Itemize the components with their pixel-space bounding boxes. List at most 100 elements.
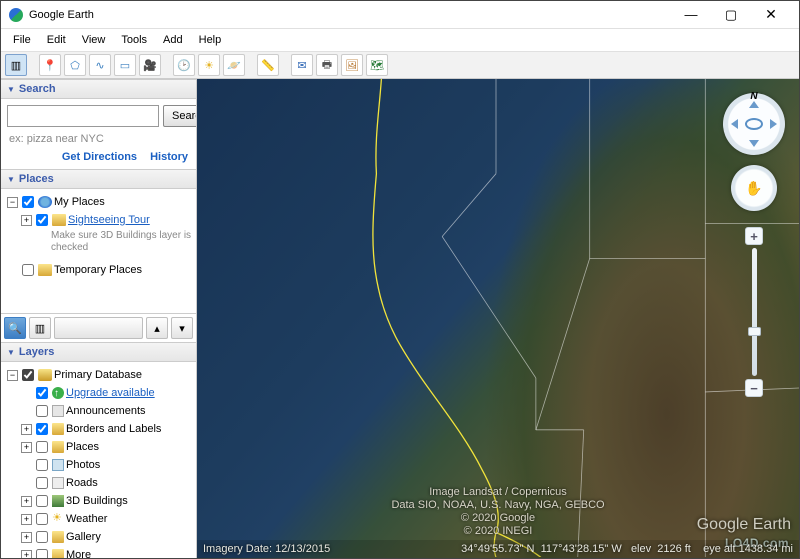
buildings-icon xyxy=(52,495,64,507)
email-button[interactable]: ✉ xyxy=(291,54,313,76)
roads-checkbox[interactable] xyxy=(36,477,48,489)
menu-add[interactable]: Add xyxy=(155,31,191,49)
record-tour-button[interactable]: 🎥 xyxy=(139,54,161,76)
primary-db-checkbox[interactable] xyxy=(22,369,34,381)
add-image-overlay-button[interactable]: ▭ xyxy=(114,54,136,76)
latitude: 34°49'55.73" N xyxy=(461,543,534,555)
look-right-icon[interactable] xyxy=(770,119,777,129)
menu-file[interactable]: File xyxy=(5,31,39,49)
add-placemark-button[interactable]: 📍 xyxy=(39,54,61,76)
zoom-track[interactable] xyxy=(752,248,757,376)
move-up-button[interactable]: ▴ xyxy=(146,317,168,339)
print-button[interactable]: 🖶 xyxy=(316,54,338,76)
tree-row-borders[interactable]: + Borders and Labels xyxy=(21,420,192,438)
tree-row-roads[interactable]: Roads xyxy=(21,474,192,492)
tree-row-weather[interactable]: + ☀ Weather xyxy=(21,510,192,528)
gallery-checkbox[interactable] xyxy=(36,531,48,543)
tree-row-primary-db[interactable]: − Primary Database xyxy=(7,366,192,384)
zoom-out-button[interactable]: − xyxy=(745,379,763,397)
weather-label: Weather xyxy=(66,511,107,527)
search-button[interactable]: Search xyxy=(163,105,197,127)
sun-icon: ☀ xyxy=(204,59,214,72)
look-compass[interactable]: N xyxy=(723,93,785,155)
get-directions-link[interactable]: Get Directions xyxy=(62,151,137,163)
places-panel-toggle-button[interactable]: ▥ xyxy=(29,317,51,339)
toggle-sidebar-button[interactable]: ▥ xyxy=(5,54,27,76)
photos-checkbox[interactable] xyxy=(36,459,48,471)
zoom-thumb[interactable] xyxy=(748,327,761,336)
search-input[interactable] xyxy=(7,105,159,127)
expand-icon[interactable]: + xyxy=(21,514,32,525)
menu-edit[interactable]: Edit xyxy=(39,31,74,49)
my-places-checkbox[interactable] xyxy=(22,196,34,208)
expand-icon[interactable]: + xyxy=(21,215,32,226)
magnifier-icon: 🔍 xyxy=(8,322,22,335)
expand-icon[interactable]: + xyxy=(21,496,32,507)
my-places-label: My Places xyxy=(54,194,105,210)
move-down-button[interactable]: ▾ xyxy=(171,317,193,339)
look-down-icon[interactable] xyxy=(749,140,759,147)
tree-row-announcements[interactable]: Announcements xyxy=(21,402,192,420)
more-checkbox[interactable] xyxy=(36,549,48,558)
folder-icon xyxy=(52,441,64,453)
tree-row-gallery[interactable]: + Gallery xyxy=(21,528,192,546)
save-image-button[interactable]: 🖼 xyxy=(341,54,363,76)
planets-button[interactable]: 🪐 xyxy=(223,54,245,76)
collapse-icon[interactable]: − xyxy=(7,197,18,208)
tree-row-places-layer[interactable]: + Places xyxy=(21,438,192,456)
ruler-button[interactable]: 📏 xyxy=(257,54,279,76)
overlay-icon: ▭ xyxy=(120,59,130,72)
close-button[interactable]: ✕ xyxy=(751,3,791,27)
zoom-slider[interactable]: + − xyxy=(748,227,760,397)
menu-view[interactable]: View xyxy=(74,31,114,49)
announcements-checkbox[interactable] xyxy=(36,405,48,417)
menu-tools[interactable]: Tools xyxy=(113,31,155,49)
places-panel-header[interactable]: Places xyxy=(1,169,196,189)
minimize-button[interactable]: — xyxy=(671,3,711,27)
places-layer-checkbox[interactable] xyxy=(36,441,48,453)
tree-row-more[interactable]: + More xyxy=(21,546,192,558)
look-left-icon[interactable] xyxy=(731,119,738,129)
buildings-label: 3D Buildings xyxy=(66,493,128,509)
expand-icon[interactable]: + xyxy=(21,424,32,435)
collapse-icon[interactable]: − xyxy=(7,370,18,381)
historical-imagery-button[interactable]: 🕑 xyxy=(173,54,195,76)
search-hint: ex: pizza near NYC xyxy=(1,133,196,149)
tree-row-temporary[interactable]: Temporary Places xyxy=(7,261,192,279)
pan-control[interactable]: ✋ xyxy=(731,165,777,211)
add-polygon-button[interactable]: ⬠ xyxy=(64,54,86,76)
add-path-button[interactable]: ∿ xyxy=(89,54,111,76)
sunlight-button[interactable]: ☀ xyxy=(198,54,220,76)
temporary-checkbox[interactable] xyxy=(22,264,34,276)
upgrade-checkbox[interactable] xyxy=(36,387,48,399)
expand-icon[interactable]: + xyxy=(21,442,32,453)
look-up-icon[interactable] xyxy=(749,101,759,108)
expand-icon[interactable]: + xyxy=(21,550,32,559)
borders-checkbox[interactable] xyxy=(36,423,48,435)
search-panel-header[interactable]: Search xyxy=(1,79,196,99)
weather-checkbox[interactable] xyxy=(36,513,48,525)
upgrade-link[interactable]: Upgrade available xyxy=(66,385,155,401)
sightseeing-link[interactable]: Sightseeing Tour xyxy=(68,212,150,228)
photos-label: Photos xyxy=(66,457,100,473)
history-link[interactable]: History xyxy=(150,151,188,163)
places-search-button[interactable]: 🔍 xyxy=(4,317,26,339)
tree-row-sightseeing[interactable]: + Sightseeing Tour xyxy=(21,211,192,229)
layers-panel-header[interactable]: Layers xyxy=(1,342,196,362)
tree-row-my-places[interactable]: − My Places xyxy=(7,193,192,211)
maximize-button[interactable]: ▢ xyxy=(711,3,751,27)
hand-icon: ✋ xyxy=(745,180,762,197)
expand-icon[interactable]: + xyxy=(21,532,32,543)
tour-slider[interactable] xyxy=(54,317,143,339)
map-view[interactable]: N ✋ + − Image Landsat / Copernicus Data … xyxy=(197,79,799,558)
menubar: File Edit View Tools Add Help xyxy=(1,29,799,51)
tree-row-upgrade[interactable]: ↑ Upgrade available xyxy=(21,384,192,402)
folder-icon xyxy=(52,531,64,543)
tree-row-photos[interactable]: Photos xyxy=(21,456,192,474)
view-in-maps-button[interactable]: 🗺 xyxy=(366,54,388,76)
sightseeing-checkbox[interactable] xyxy=(36,214,48,226)
buildings-checkbox[interactable] xyxy=(36,495,48,507)
tree-row-3d-buildings[interactable]: + 3D Buildings xyxy=(21,492,192,510)
menu-help[interactable]: Help xyxy=(191,31,230,49)
zoom-in-button[interactable]: + xyxy=(745,227,763,245)
